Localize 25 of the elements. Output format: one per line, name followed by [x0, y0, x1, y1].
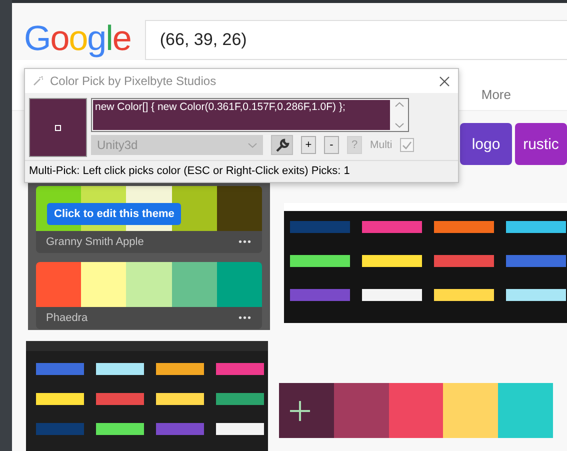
more-tab[interactable]: More: [481, 86, 511, 102]
filter-chip[interactable]: logo: [460, 123, 512, 165]
more-menu[interactable]: •••: [238, 312, 252, 324]
more-menu[interactable]: •••: [238, 236, 252, 248]
edit-theme-tooltip[interactable]: Click to edit this theme: [47, 203, 182, 225]
window-title: Color Pick by Pixelbyte Studios: [50, 74, 218, 88]
multi-checkbox[interactable]: [400, 138, 414, 152]
wrench-icon: [274, 138, 290, 152]
eyedropper-icon: [33, 76, 44, 86]
multi-label: Multi: [370, 139, 392, 151]
theme-name: Phaedra: [46, 312, 88, 324]
google-logo[interactable]: Google: [24, 19, 131, 61]
settings-button[interactable]: [271, 135, 293, 155]
theme-name: Granny Smith Apple: [46, 236, 144, 248]
caret-icon: [248, 142, 257, 148]
tool-button[interactable]: -: [324, 136, 339, 154]
status-text: Multi-Pick: Left click picks color (ESC or Right-Click exits) Picks: 1: [25, 160, 458, 182]
filter-chip[interactable]: rustic: [515, 123, 567, 165]
scroll-down-icon[interactable]: [395, 123, 404, 128]
tool-button[interactable]: +: [301, 136, 316, 154]
plus-icon[interactable]: [289, 400, 311, 422]
code-field[interactable]: new Color[] { new Color(0.361F,0.157F,0.286F,1.0F) };: [91, 98, 409, 132]
close-icon[interactable]: [439, 76, 450, 86]
search-field[interactable]: (66, 39, 26): [144, 20, 567, 60]
scroll-up-icon[interactable]: [395, 102, 404, 107]
